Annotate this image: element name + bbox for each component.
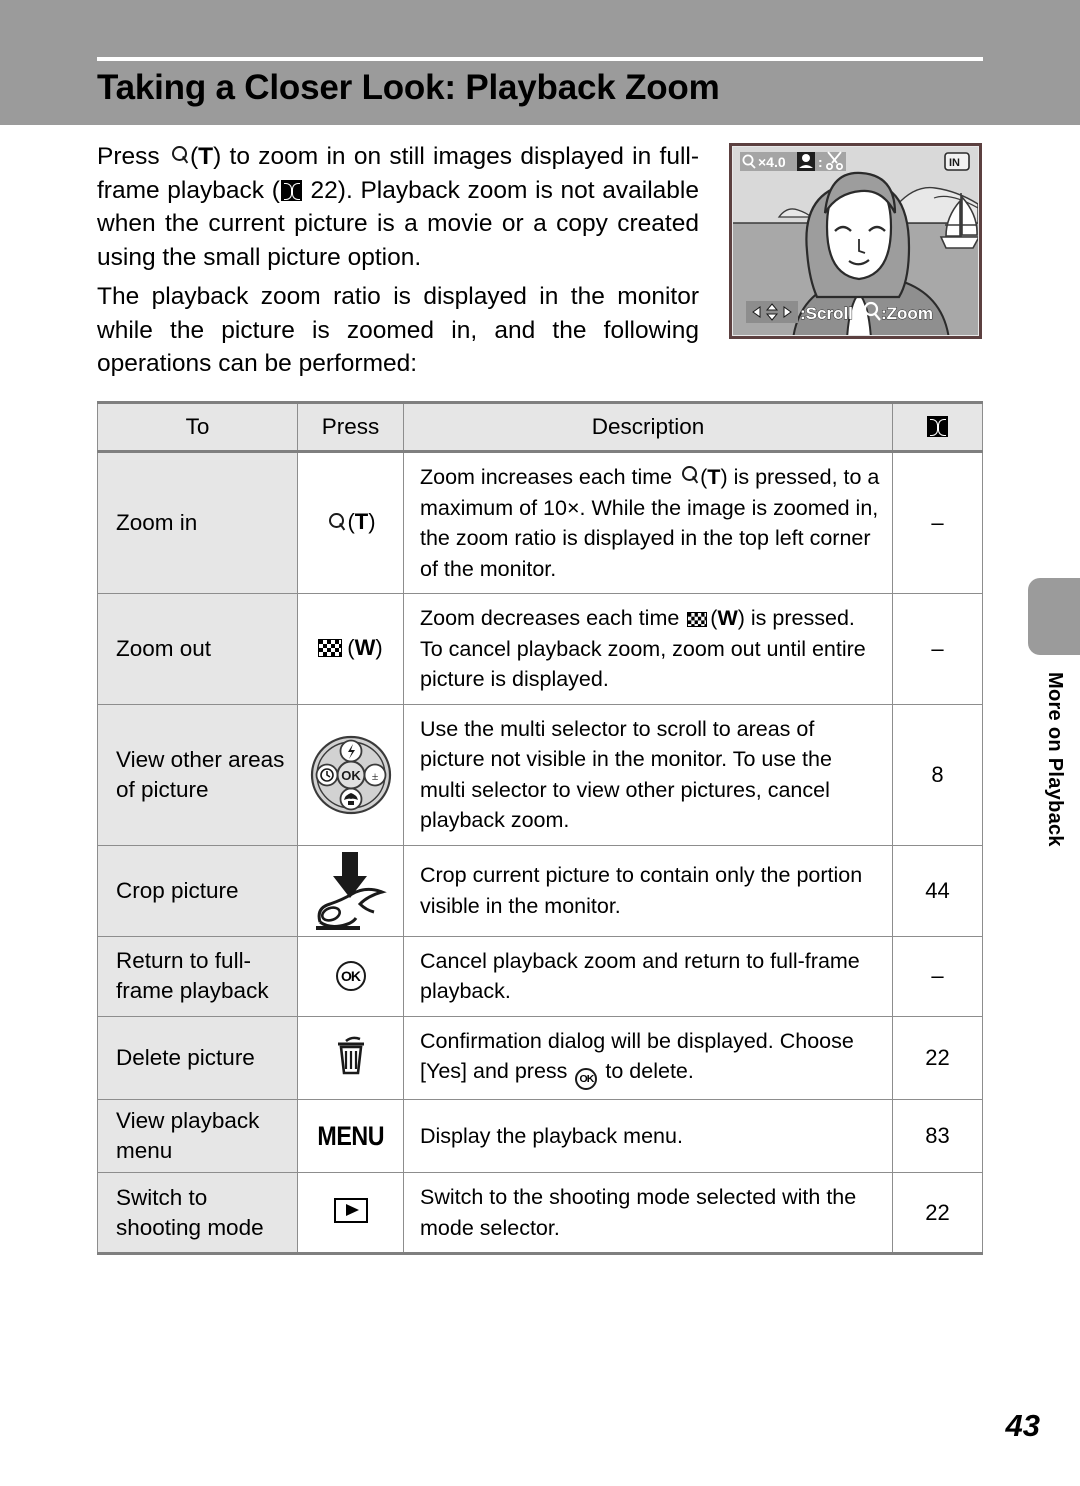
page-number: 43 (1005, 1408, 1040, 1443)
row-press-delete-picture (297, 1015, 404, 1100)
intro-paragraph-1: Press (T) to zoom in on still images dis… (97, 140, 699, 274)
svg-text::: : (818, 154, 823, 170)
row-ref-view-playback-menu: 83 (892, 1099, 983, 1173)
zoom-ratio-indicator: ×4.0 : (740, 151, 846, 171)
row-press-crop-picture (297, 844, 404, 937)
book-reference-icon (927, 416, 948, 437)
header-rule (97, 57, 983, 61)
row-ref-delete-picture: 22 (892, 1015, 983, 1100)
table-row: View other areas of picture ± OK Use the… (97, 703, 983, 846)
book-reference-icon (280, 179, 302, 201)
row-ref-zoom-out: – (892, 593, 983, 705)
section-tab-label: More on Playback (1044, 672, 1066, 847)
checkerboard-wide-icon (687, 612, 708, 627)
row-desc-delete-picture: Confirmation dialog will be displayed. C… (403, 1015, 893, 1100)
row-label-zoom-out: Zoom out (97, 593, 298, 705)
column-header-press: Press (297, 401, 404, 453)
svg-text:IN: IN (949, 157, 960, 169)
row-label-view-other-areas: View other areas of picture (97, 703, 298, 846)
table-header-row: To Press Description (97, 401, 983, 453)
desc-key-letter: T (707, 465, 721, 489)
shutter-press-hand-icon (315, 851, 387, 930)
playback-button-icon (333, 1197, 368, 1223)
table-row: Delete picture Confirmation dialog will … (97, 1015, 983, 1100)
row-desc-switch-shooting-mode: Switch to the shooting mode selected wit… (403, 1172, 893, 1255)
desc-part-a: Zoom decreases each time (420, 606, 680, 630)
column-header-reference (892, 401, 983, 453)
monitor-hint-bar: :Scroll :Zoom (746, 301, 933, 323)
row-desc-zoom-out: Zoom decreases each time (W) is pressed.… (403, 593, 893, 705)
camera-monitor-illustration: ×4.0 : IN :Scroll:Zoom (729, 143, 982, 339)
intro-p1-part-a: Press (97, 143, 160, 170)
svg-text::Zoom: :Zoom (881, 304, 933, 323)
table-row: Zoom out (W) Zoom decreases each time (W… (97, 593, 983, 705)
row-press-zoom-out: (W) (297, 593, 404, 705)
row-ref-return-fullframe: – (892, 935, 983, 1017)
table-row: View playback menu MENU Display the play… (97, 1099, 983, 1173)
desc-key-letter: W (717, 606, 738, 630)
row-label-view-playback-menu: View playback menu (97, 1099, 298, 1173)
ok-button-icon: OK (575, 1068, 598, 1090)
row-desc-zoom-in: Zoom increases each time (T) is pressed,… (403, 451, 893, 594)
row-label-zoom-in: Zoom in (97, 451, 298, 594)
table-row: Crop picture Crop current picture to con… (97, 844, 983, 937)
row-press-switch-shooting-mode (297, 1172, 404, 1255)
svg-text::Scroll: :Scroll (800, 304, 853, 323)
table-row: Zoom in (T) Zoom increases each time (T)… (97, 451, 983, 594)
row-ref-crop-picture: 44 (892, 844, 983, 937)
row-press-view-other-areas: ± OK (297, 703, 404, 846)
multi-selector-icon: ± OK (310, 735, 391, 814)
checkerboard-wide-icon (318, 639, 343, 658)
playback-zoom-operations-table: To Press Description Zoom in (T) Zoom in… (97, 401, 983, 1255)
intro-p1-tele-letter: T (198, 143, 214, 170)
row-press-return-fullframe: OK (297, 935, 404, 1017)
row-desc-return-fullframe: Cancel playback zoom and return to full-… (403, 935, 893, 1017)
column-header-to: To (97, 401, 298, 453)
row-desc-view-playback-menu: Display the playback menu. (403, 1099, 893, 1173)
row-ref-view-other-areas: 8 (892, 703, 983, 846)
svg-text:OK: OK (341, 768, 361, 783)
row-press-view-playback-menu: MENU (297, 1099, 404, 1173)
press-tele-label: (T) (347, 508, 376, 534)
intro-paragraph-2: The playback zoom ratio is displayed in … (97, 283, 699, 377)
row-label-crop-picture: Crop picture (97, 844, 298, 937)
svg-text:±: ± (371, 769, 378, 783)
table-row: Return to full-frame playback OK Cancel … (97, 935, 983, 1017)
table-row: Switch to shooting mode Switch to the sh… (97, 1172, 983, 1255)
row-ref-switch-shooting-mode: 22 (892, 1172, 983, 1255)
internal-memory-badge: IN (944, 152, 970, 171)
page-header-band: Taking a Closer Look: Playback Zoom (0, 0, 1080, 125)
menu-button-icon: MENU (317, 1120, 384, 1151)
svg-text:×4.0: ×4.0 (758, 154, 786, 170)
row-desc-crop-picture: Crop current picture to contain only the… (403, 844, 893, 937)
row-label-return-fullframe: Return to full-frame playback (97, 935, 298, 1017)
row-press-zoom-in: (T) (297, 451, 404, 594)
row-ref-zoom-in: – (892, 451, 983, 594)
row-label-delete-picture: Delete picture (97, 1015, 298, 1100)
ok-button-icon: OK (335, 961, 366, 991)
trash-icon (337, 1036, 364, 1075)
row-label-switch-shooting-mode: Switch to shooting mode (97, 1172, 298, 1255)
section-tab-marker (1028, 578, 1080, 655)
monitor-screen-graphic: ×4.0 : IN :Scroll:Zoom (733, 147, 978, 335)
intro-p1-paren-open: ( (189, 143, 199, 170)
magnifier-icon (681, 464, 698, 486)
desc-part-a: Zoom increases each time (420, 465, 673, 489)
intro-text-block: Press (T) to zoom in on still images dis… (97, 140, 699, 381)
column-header-description: Description (403, 401, 893, 453)
desc-part-b: to delete. (605, 1059, 694, 1083)
magnifier-icon (328, 511, 345, 533)
page-title: Taking a Closer Look: Playback Zoom (97, 68, 720, 107)
row-desc-view-other-areas: Use the multi selector to scroll to area… (403, 703, 893, 846)
press-wide-label: (W) (347, 635, 383, 661)
magnifier-icon (171, 144, 188, 166)
